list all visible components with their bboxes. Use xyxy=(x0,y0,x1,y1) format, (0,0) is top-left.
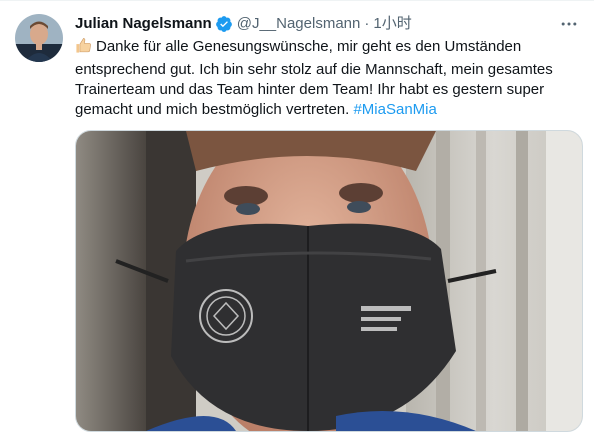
tweet-text-line-1-text: Danke für alle Genesungswünsche, mir geh… xyxy=(96,38,522,55)
tweet-text-line-4-text: gemacht und mich bestmöglich vertreten. xyxy=(75,101,354,118)
tweet-text: Danke für alle Genesungswünsche, mir geh… xyxy=(75,37,575,120)
thumbs-up-icon xyxy=(75,37,92,60)
tweet-text-line-3: Trainerteam und das Team hinter dem Team… xyxy=(75,81,545,98)
verified-badge-icon xyxy=(215,15,233,33)
tweet-text-line-1: Danke für alle Genesungswünsche, mir geh… xyxy=(75,37,575,60)
avatar[interactable] xyxy=(15,14,63,62)
author-handle[interactable]: @J__Nagelsmann xyxy=(237,14,361,34)
tweet-header: Julian Nagelsmann @J__Nagelsmann · 1小时 xyxy=(75,14,412,34)
tweet-text-line-2: entsprechend gut. Ich bin sehr stolz auf… xyxy=(75,61,553,78)
more-options-icon[interactable] xyxy=(558,13,580,35)
hashtag-link[interactable]: #MiaSanMia xyxy=(353,101,436,118)
tweet-time[interactable]: 1小时 xyxy=(373,14,411,34)
tweet-text-line-4: gemacht und mich bestmöglich vertreten. … xyxy=(75,100,575,120)
tweet[interactable]: Julian Nagelsmann @J__Nagelsmann · 1小时 D… xyxy=(0,0,594,432)
separator-dot: · xyxy=(364,15,370,32)
tweet-photo[interactable] xyxy=(75,130,583,432)
author-name[interactable]: Julian Nagelsmann xyxy=(75,14,212,34)
